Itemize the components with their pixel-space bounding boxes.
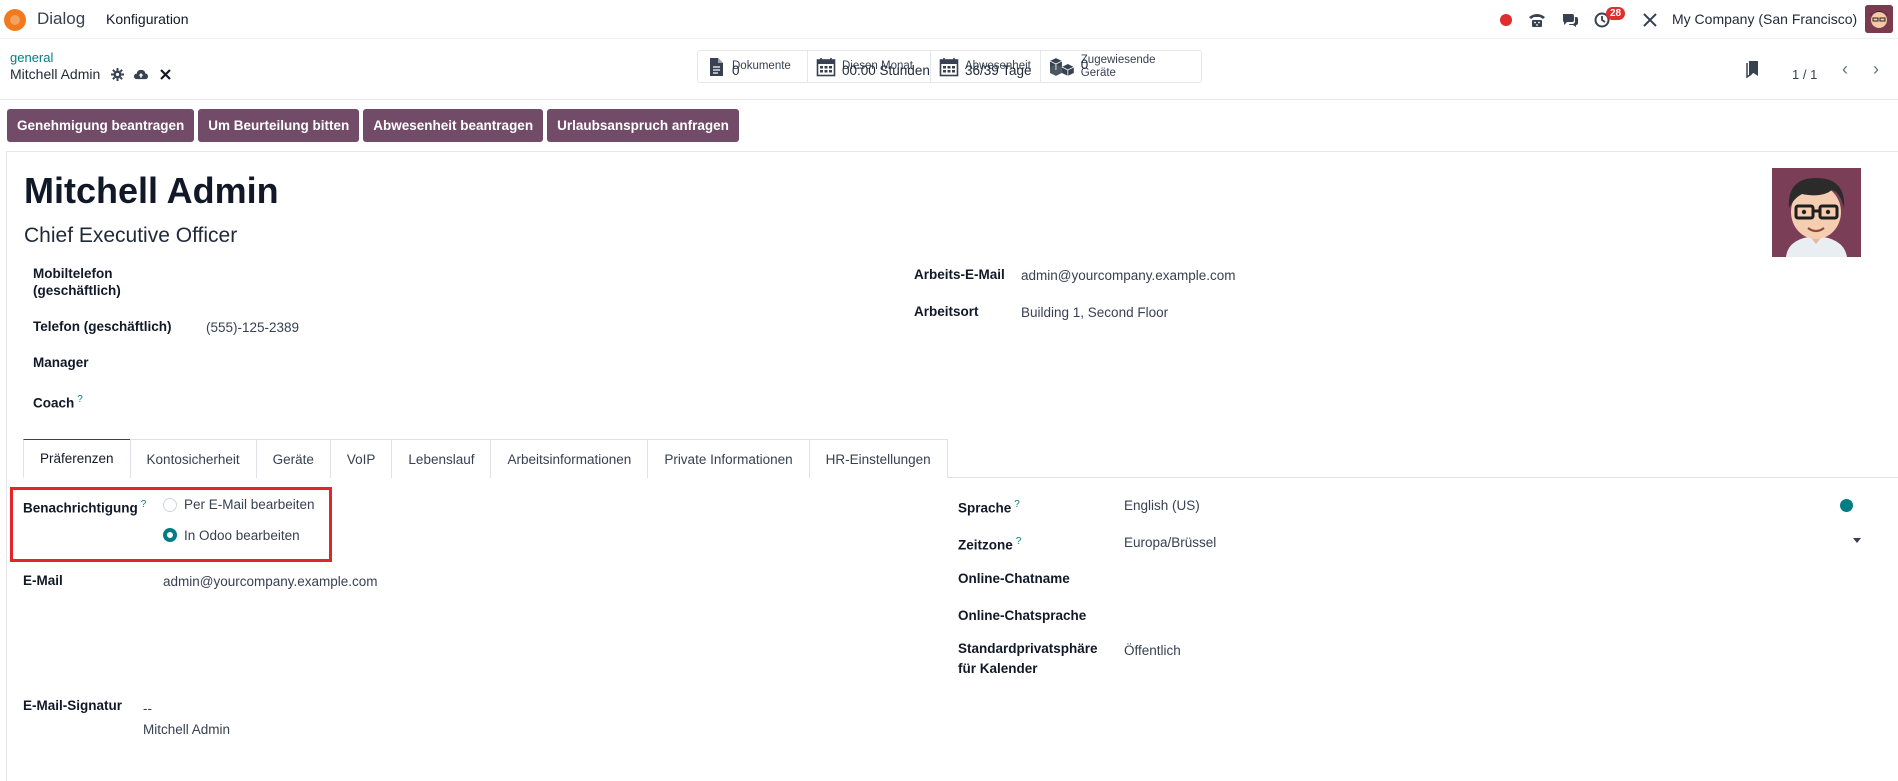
job-title-field[interactable]: Chief Executive Officer — [24, 224, 237, 248]
recording-indicator-icon[interactable] — [1498, 0, 1514, 39]
radio-email[interactable] — [163, 498, 177, 512]
cubes-icon — [1049, 57, 1074, 76]
bookmark-icon[interactable] — [1746, 60, 1760, 78]
notification-label: Benachrichtigung? — [23, 494, 146, 519]
app-name[interactable]: Dialog — [37, 9, 85, 29]
activity-count-badge: 28 — [1606, 7, 1626, 20]
smart-value: 36/39 Tage — [965, 63, 1032, 78]
request-approval-button[interactable]: Genehmigung beantragen — [7, 109, 195, 142]
signature-line1[interactable]: -- — [143, 698, 152, 719]
smart-value: 00:00 Stunden — [842, 63, 930, 78]
calendar-icon — [939, 57, 959, 76]
tab-private-information[interactable]: Private Informationen — [647, 439, 810, 478]
breadcrumb[interactable]: general — [10, 50, 53, 65]
timezone-field[interactable]: Europa/Brüssel — [1124, 532, 1216, 553]
radio-odoo-selected[interactable] — [163, 528, 177, 542]
user-avatar[interactable] — [1865, 5, 1893, 33]
smart-value: 0 — [732, 63, 740, 78]
privacy-field[interactable]: Öffentlich — [1124, 640, 1181, 661]
app-logo-icon[interactable] — [4, 9, 26, 31]
record-name: Mitchell Admin — [10, 66, 101, 82]
tab-work-information[interactable]: Arbeitsinformationen — [490, 439, 649, 478]
phone-label: Telefon (geschäftlich) — [33, 319, 172, 334]
language-label: Sprache? — [958, 494, 1020, 519]
manager-label: Manager — [33, 355, 89, 370]
smart-button-this-month[interactable]: Diesen Monat 00:00 Stunden — [808, 51, 931, 82]
work-location-label: Arbeitsort — [914, 304, 979, 319]
request-allocation-button[interactable]: Urlaubsanspruch anfragen — [547, 109, 739, 142]
signature-label: E-Mail-Signatur — [23, 698, 123, 713]
pager-value[interactable]: 1 / 1 — [1792, 67, 1817, 82]
help-icon[interactable]: ? — [77, 394, 83, 405]
document-icon — [710, 57, 723, 76]
radio-email-label[interactable]: Per E-Mail bearbeiten — [184, 494, 315, 515]
company-switcher[interactable]: My Company (San Francisco) — [1672, 11, 1857, 27]
tab-voip[interactable]: VoIP — [329, 439, 393, 478]
coach-label: Coach? — [33, 389, 83, 414]
signature-line2[interactable]: Mitchell Admin — [143, 719, 230, 740]
smart-buttons: Dokumente 0 Diesen Monat 00:00 Stunden Abw… — [697, 50, 1202, 83]
help-icon[interactable]: ? — [1014, 499, 1020, 510]
smart-button-documents[interactable]: Dokumente 0 — [698, 51, 808, 82]
top-navbar: Dialog Konfiguration 28 My Company (San … — [0, 0, 1898, 39]
employee-name-field[interactable]: Mitchell Admin — [24, 170, 279, 212]
pager-next-icon[interactable]: › — [1862, 55, 1890, 83]
header-actions: Genehmigung beantragen Um Beurteilung bi… — [7, 109, 739, 142]
mobile-label-line2: (geschäftlich) — [33, 283, 121, 298]
work-location-field[interactable]: Building 1, Second Floor — [1021, 302, 1168, 323]
smart-button-absence[interactable]: Abwesenheit 36/39 Tage — [931, 51, 1041, 82]
chat-icon[interactable] — [1558, 0, 1582, 39]
menu-konfiguration[interactable]: Konfiguration — [106, 11, 189, 27]
mobile-label: Mobiltelefon (geschäftlich) — [33, 265, 121, 299]
chevron-down-icon[interactable] — [1853, 538, 1861, 543]
coach-label-text: Coach — [33, 395, 75, 411]
pager-previous-icon[interactable]: ‹ — [1831, 55, 1859, 83]
privacy-label-line1: Standardprivatsphäre — [958, 641, 1098, 656]
notebook-tabs: Präferenzen Kontosicherheit Geräte VoIP … — [23, 439, 1898, 478]
tools-icon[interactable] — [1638, 0, 1662, 39]
notification-label-text: Benachrichtigung — [23, 500, 138, 516]
smart-value: 0 — [1080, 56, 1089, 72]
calendar-icon — [816, 57, 836, 76]
radio-odoo-label[interactable]: In Odoo bearbeiten — [184, 525, 300, 546]
record-title: Mitchell Admin — [10, 66, 172, 82]
help-icon[interactable]: ? — [141, 499, 147, 510]
request-appraisal-button[interactable]: Um Beurteilung bitten — [198, 109, 360, 142]
request-time-off-button[interactable]: Abwesenheit beantragen — [363, 109, 544, 142]
work-email-label: Arbeits-E-Mail — [914, 267, 1005, 282]
privacy-label-line2: für Kalender — [958, 661, 1038, 676]
mobile-label-line1: Mobiltelefon — [33, 266, 113, 281]
language-label-text: Sprache — [958, 500, 1012, 516]
timezone-label-text: Zeitzone — [958, 537, 1013, 553]
smart-button-devices[interactable]: Zugewiesende Geräte 0 — [1041, 51, 1201, 82]
tab-preferences[interactable]: Präferenzen — [23, 439, 131, 478]
language-field[interactable]: English (US) — [1124, 495, 1200, 516]
phone-field[interactable]: (555)-125-2389 — [206, 317, 299, 338]
privacy-label: Standardprivatsphäre für Kalender — [958, 639, 1098, 679]
tab-resume[interactable]: Lebenslauf — [391, 439, 492, 478]
help-icon[interactable]: ? — [1016, 536, 1022, 547]
tab-account-security[interactable]: Kontosicherheit — [129, 439, 257, 478]
discard-close-icon[interactable] — [158, 67, 172, 81]
cloud-upload-icon[interactable] — [134, 67, 149, 81]
tab-devices[interactable]: Geräte — [255, 439, 331, 478]
timezone-label: Zeitzone? — [958, 531, 1021, 556]
phone-icon[interactable] — [1525, 0, 1549, 39]
smart-title: Dokumente — [732, 60, 791, 72]
email-label: E-Mail — [23, 573, 63, 588]
work-email-field[interactable]: admin@yourcompany.example.com — [1021, 265, 1236, 286]
chatlang-label: Online-Chatsprache — [958, 608, 1087, 623]
tab-hr-settings[interactable]: HR-Einstellungen — [808, 439, 948, 478]
email-field[interactable]: admin@yourcompany.example.com — [163, 571, 378, 592]
tabs-filler — [947, 439, 1898, 477]
smart-title: Zugewiesende Geräte — [1080, 53, 1156, 79]
control-panel: general Mitchell Admin Dokumente 0 Diesen… — [0, 39, 1898, 100]
employee-avatar[interactable] — [1772, 168, 1861, 257]
gear-icon[interactable] — [110, 67, 124, 81]
chatname-label: Online-Chatname — [958, 571, 1070, 586]
globe-icon[interactable] — [1840, 499, 1853, 512]
